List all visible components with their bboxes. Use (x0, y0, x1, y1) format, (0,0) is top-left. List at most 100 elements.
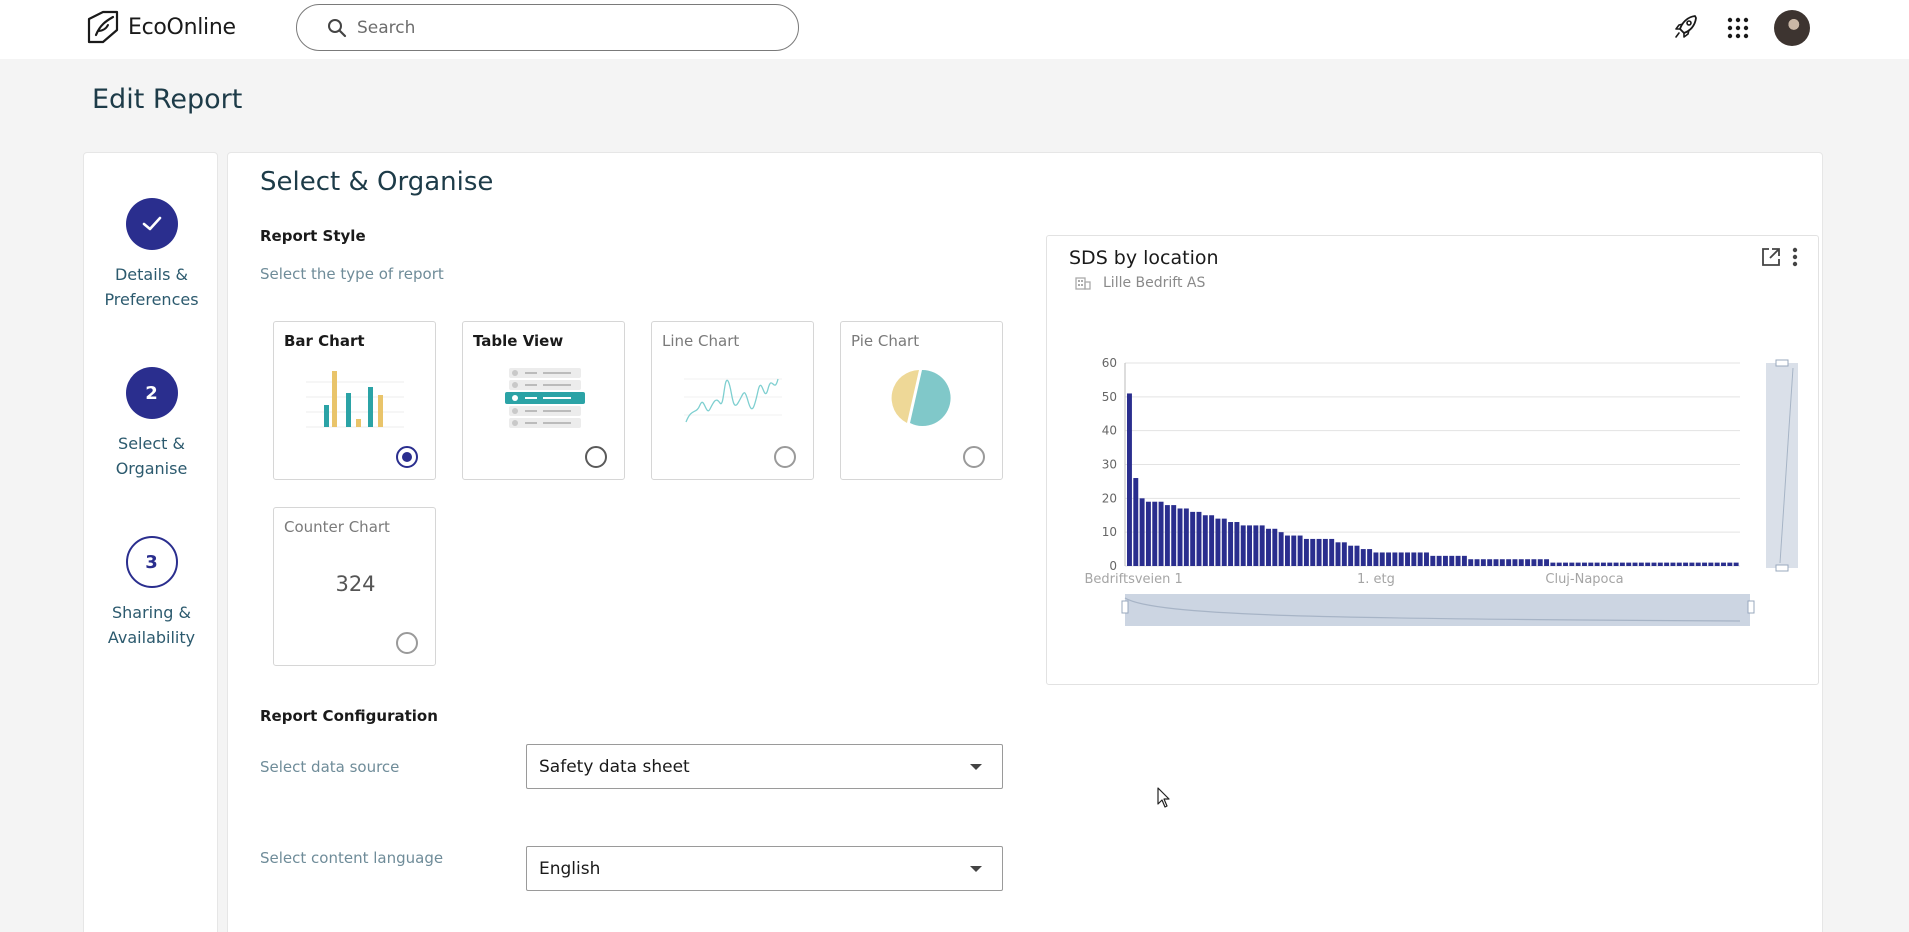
zoom-handle-right (1747, 600, 1755, 614)
chart-bar (1619, 562, 1625, 566)
card-label: Counter Chart (284, 518, 390, 536)
chart-bar (1461, 555, 1467, 566)
section-title: Select & Organise (260, 167, 494, 197)
y-tick-label: 60 (1102, 356, 1117, 370)
chart-bar (1266, 528, 1271, 566)
chart-bar (1133, 478, 1139, 566)
chart-bar (1177, 508, 1183, 566)
y-tick-label: 0 (1109, 559, 1117, 573)
chart-bar (1480, 559, 1486, 566)
chart-bar (1638, 562, 1644, 566)
chart-bar (1171, 505, 1177, 566)
page-title: Edit Report (92, 84, 243, 115)
chart-bar (1228, 522, 1234, 566)
report-style-heading: Report Style (260, 227, 366, 245)
chart-bar (1329, 538, 1335, 566)
chart-bar (1158, 501, 1164, 566)
report-style-hint: Select the type of report (260, 265, 444, 283)
user-avatar[interactable] (1774, 10, 1810, 46)
ecoonline-logo-icon (87, 10, 119, 44)
chart-bar (1297, 535, 1303, 566)
search-icon (328, 18, 347, 37)
chart-bar (1335, 542, 1341, 566)
y-tick-label: 50 (1102, 390, 1117, 404)
line-chart-radio[interactable] (774, 446, 796, 468)
content-language-select[interactable]: English (526, 846, 1003, 891)
chart-bar (1455, 555, 1461, 566)
chart-bar (1398, 552, 1404, 566)
chart-bar (1442, 555, 1448, 566)
caret-down-icon (970, 764, 982, 770)
chart-bar (1702, 562, 1708, 566)
data-source-label: Select data source (260, 758, 400, 776)
step-complete-indicator (125, 198, 178, 250)
report-type-pie-chart[interactable]: Pie Chart (840, 321, 1003, 480)
y-tick-label: 20 (1102, 491, 1117, 505)
report-type-counter-chart[interactable]: Counter Chart 324 (273, 507, 436, 666)
chart-bar (1582, 562, 1587, 566)
step-details[interactable]: Details & Preferences (84, 198, 219, 312)
chart-bar (1278, 532, 1284, 566)
step-label: Select & Organise (84, 431, 219, 481)
chart-bar (1689, 562, 1695, 566)
step-label-line: Organise (115, 459, 188, 478)
counter-chart-radio[interactable] (396, 632, 418, 654)
chart-bar (1695, 562, 1701, 566)
rocket-icon[interactable] (1673, 13, 1699, 41)
step-sharing[interactable]: 3 Sharing & Availability (84, 536, 219, 650)
chart-bar (1537, 559, 1543, 566)
chart-bar (1556, 562, 1562, 566)
app-logo[interactable]: EcoOnline (86, 9, 236, 45)
chart-bar (1247, 525, 1252, 566)
table-view-thumbnail-icon (505, 368, 585, 428)
chart-bar (1424, 552, 1429, 566)
search-input[interactable] (357, 17, 757, 38)
bar-chart-radio[interactable] (396, 446, 418, 468)
y-tick-label: 10 (1102, 525, 1117, 539)
step-select[interactable]: 2 Select & Organise (84, 367, 219, 481)
step-label-line: Sharing & (112, 603, 191, 622)
y-tick-label: 40 (1102, 424, 1117, 438)
chart-bar (1190, 511, 1196, 566)
step-label: Details & Preferences (84, 262, 219, 312)
step-label-line: Availability (107, 628, 196, 647)
chart-bar (1253, 525, 1259, 566)
chart-bar (1367, 549, 1373, 566)
x-tick-label: Bedriftsveien 1 (1085, 572, 1183, 587)
app-name: EcoOnline (128, 14, 236, 40)
chart-bar (1468, 559, 1474, 566)
chart-bar (1550, 562, 1556, 566)
table-view-radio[interactable] (585, 446, 607, 468)
apps-grid-icon[interactable] (1727, 17, 1749, 39)
chart-bar (1436, 555, 1442, 566)
chart-bar (1594, 562, 1600, 566)
data-source-select[interactable]: Safety data sheet (526, 744, 1003, 789)
chart-bar (1600, 562, 1606, 566)
chart-bar (1379, 552, 1385, 566)
chart-bar (1430, 555, 1436, 566)
chart-bar (1303, 538, 1309, 566)
mouse-cursor-icon (1157, 787, 1170, 808)
chart-bar (1493, 559, 1499, 566)
chart-bar (1518, 559, 1524, 566)
report-type-bar-chart[interactable]: Bar Chart (273, 321, 436, 480)
report-type-line-chart[interactable]: Line Chart (651, 321, 814, 480)
chart-bar (1405, 552, 1410, 566)
chart-bar (1221, 518, 1227, 566)
zoom-handle-left (1121, 600, 1129, 614)
chart-bar (1499, 559, 1505, 566)
step-number: 2 (125, 367, 178, 419)
search-box[interactable] (296, 4, 799, 51)
y-tick-label: 30 (1102, 458, 1117, 472)
chart-bar (1651, 562, 1657, 566)
chart-bar (1670, 562, 1676, 566)
step-number: 3 (125, 536, 178, 588)
chart-bar (1316, 538, 1322, 566)
pie-chart-radio[interactable] (963, 446, 985, 468)
chart-bar (1588, 562, 1594, 566)
chart-bar (1310, 538, 1316, 566)
chart-bar (1449, 555, 1455, 566)
zoom-handle-top (1775, 359, 1789, 367)
counter-value: 324 (335, 572, 376, 596)
report-type-table-view[interactable]: Table View (462, 321, 625, 480)
